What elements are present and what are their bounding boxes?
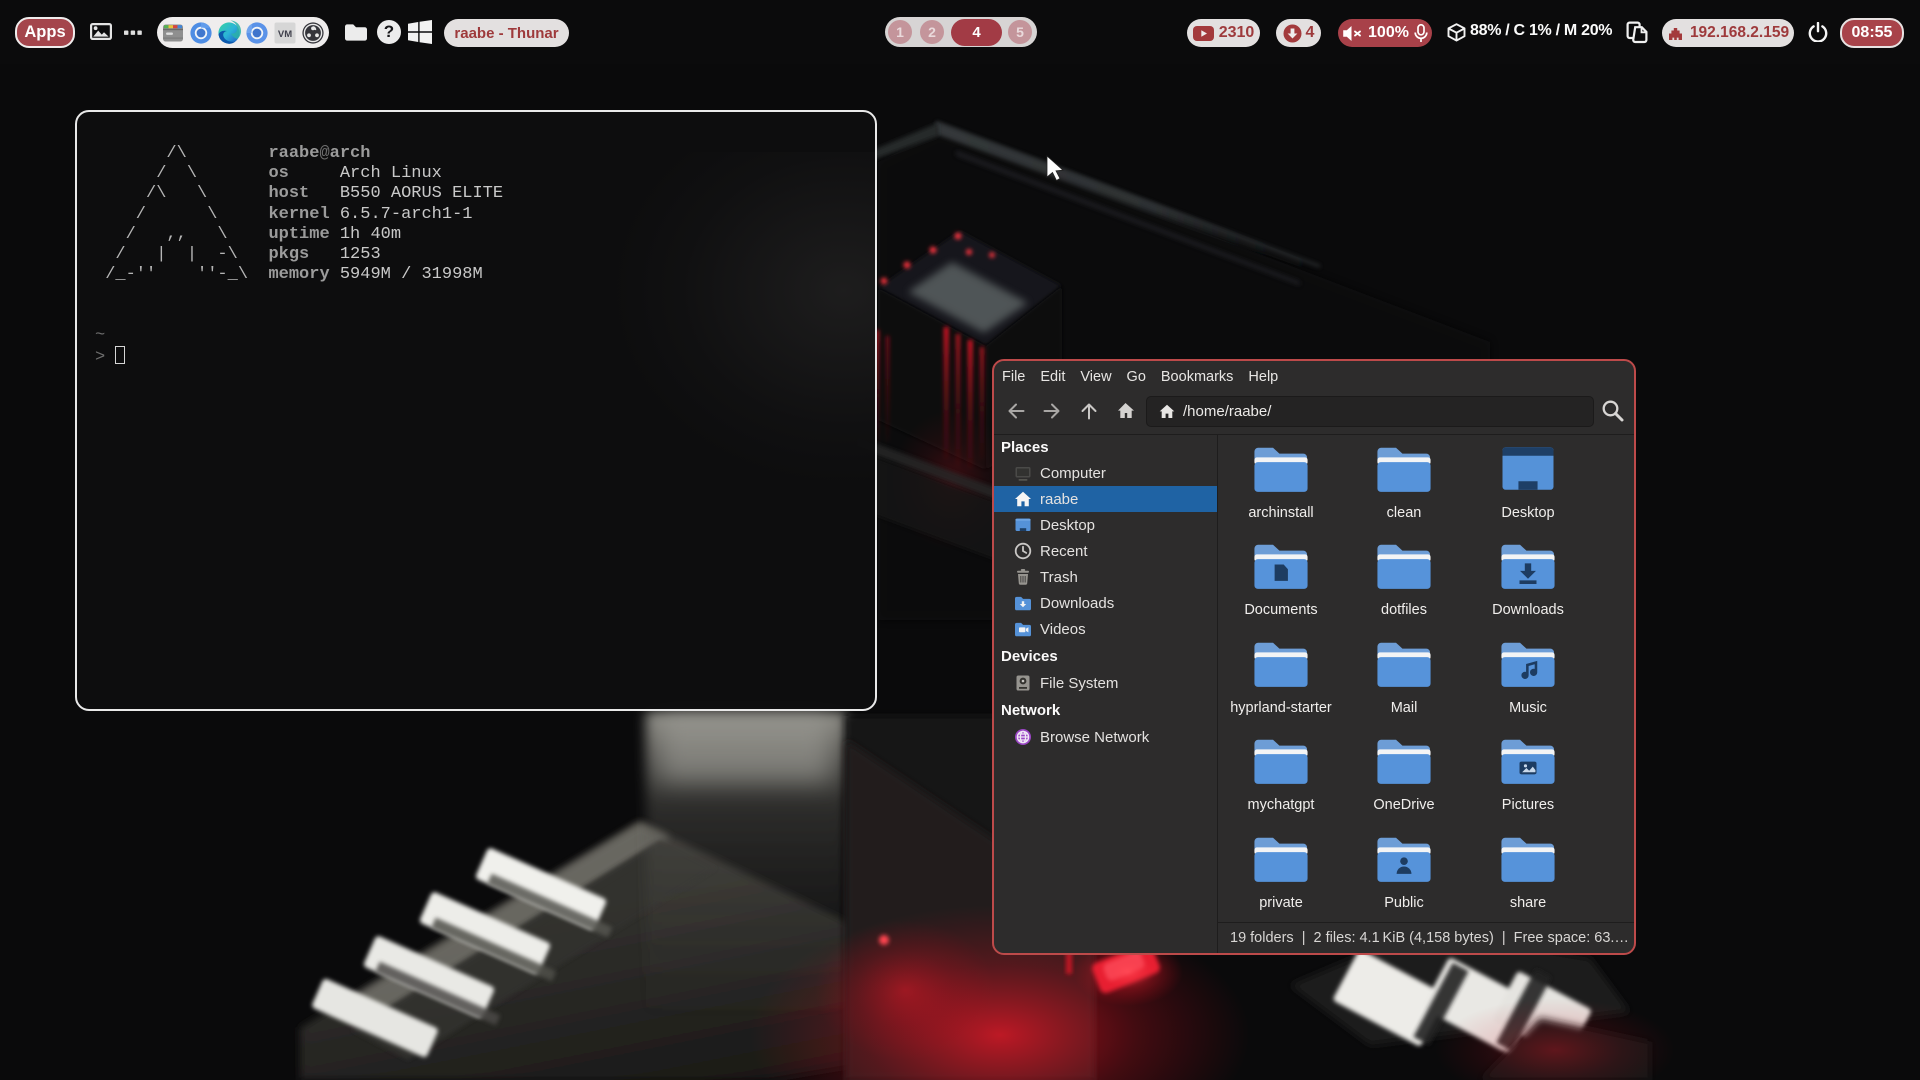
svg-text:VM: VM [278, 29, 292, 40]
